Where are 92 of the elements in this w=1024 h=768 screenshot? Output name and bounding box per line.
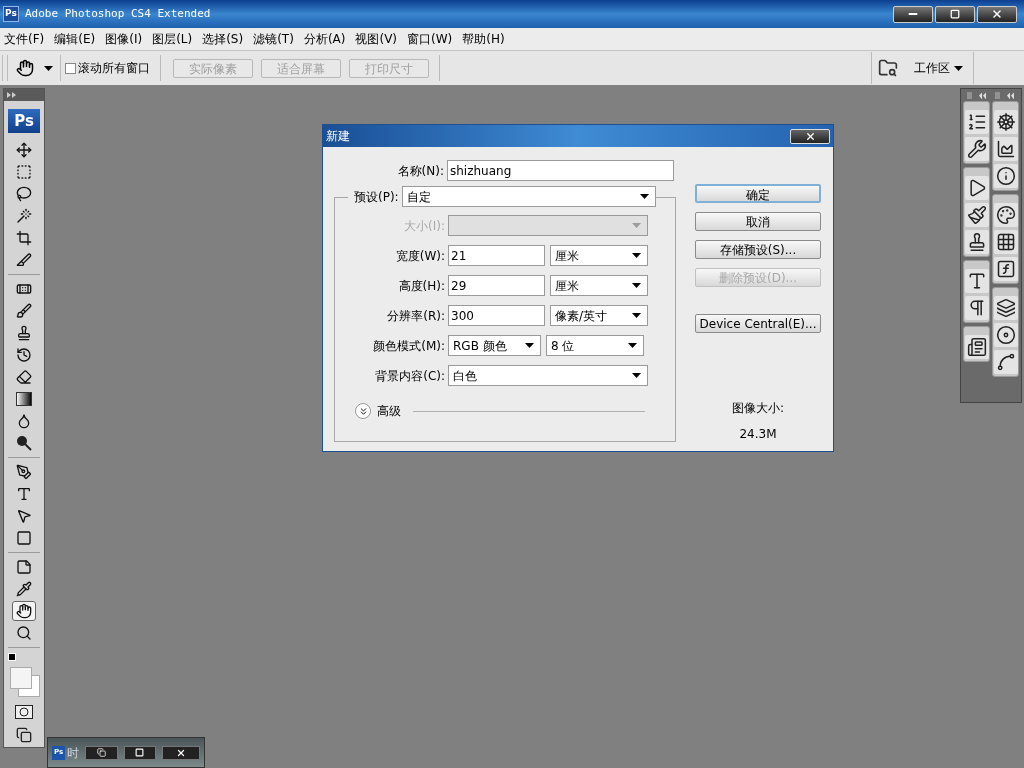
name-field[interactable]: shizhuang (447, 160, 674, 181)
dialog-button[interactable]: 确定 (695, 184, 821, 203)
paths-icon[interactable] (993, 350, 1018, 374)
close-icon (991, 8, 1003, 20)
folder-search-icon[interactable] (878, 58, 898, 78)
menu-item[interactable]: 视图(V) (355, 30, 398, 48)
histogram-icon[interactable] (993, 137, 1018, 161)
field-label: 大小(I): (403, 217, 446, 235)
caret-icon (632, 313, 641, 318)
caret-icon (628, 343, 637, 348)
info-icon[interactable] (993, 164, 1018, 188)
window-title: Adobe Photoshop CS4 Extended (25, 5, 211, 22)
caret-icon (639, 194, 649, 199)
restore-button[interactable] (85, 745, 118, 760)
input-field[interactable]: 300 (448, 305, 545, 326)
dropdown[interactable]: 厘米 (550, 275, 648, 296)
palette-icon[interactable] (993, 203, 1018, 227)
field-label: 宽度(W): (394, 247, 446, 265)
ps-logo: Ps (8, 109, 40, 133)
layers-icon[interactable] (993, 296, 1018, 320)
checkbox[interactable] (65, 62, 76, 74)
caret-icon (954, 65, 963, 71)
dropdown[interactable]: 像素/英寸 (550, 305, 648, 326)
dropdown[interactable]: RGB 颜色 (448, 335, 541, 356)
field-label: 背景内容(C): (374, 367, 446, 385)
image-size-label: 图像大小: (730, 400, 785, 417)
caret-icon (525, 343, 534, 348)
caret-icon (43, 65, 53, 71)
advanced-label: 高级 (377, 403, 401, 420)
field-label: 高度(H): (397, 277, 446, 295)
close-button[interactable] (977, 5, 1017, 23)
menu-item[interactable]: 文件(F) (4, 30, 45, 48)
caret-icon (632, 223, 641, 228)
play-icon[interactable] (964, 176, 989, 200)
menu-item[interactable]: 帮助(H) (462, 30, 505, 48)
menu-item[interactable]: 图像(I) (105, 30, 143, 48)
dropdown[interactable]: 自定 (401, 186, 656, 207)
dropdown[interactable]: 白色 (448, 365, 648, 386)
menu-item[interactable]: 滤镜(T) (253, 30, 294, 48)
caret-icon (632, 373, 641, 378)
tools-icon[interactable] (964, 137, 989, 161)
caret-icon (632, 253, 641, 258)
menu-item[interactable]: 编辑(E) (54, 30, 96, 48)
app-logo: Ps (3, 6, 19, 22)
menu-item[interactable]: 图层(L) (152, 30, 193, 48)
close-button[interactable] (161, 745, 200, 760)
maximize-button[interactable] (123, 745, 156, 760)
function-icon[interactable] (993, 257, 1018, 281)
wheel-icon[interactable] (993, 110, 1018, 134)
brushes-icon[interactable] (964, 203, 989, 227)
document-icon[interactable] (964, 335, 989, 359)
maximize-button[interactable] (935, 5, 975, 23)
field-label: 颜色模式(M): (372, 337, 446, 355)
input-field[interactable]: 29 (448, 275, 545, 296)
expand-icon[interactable] (7, 92, 16, 98)
color-swatches-icon[interactable] (8, 653, 40, 697)
quick-mask-icon[interactable] (15, 705, 33, 719)
screen-mode-icon[interactable] (16, 727, 32, 743)
field-label: 名称(N): (396, 162, 445, 180)
dropdown[interactable]: 8 位 (546, 335, 644, 356)
stamp-icon[interactable] (964, 230, 989, 254)
field-label: 分辨率(R): (386, 307, 446, 325)
input-field[interactable]: 21 (448, 245, 545, 266)
hand-icon[interactable] (16, 59, 34, 77)
dialog-button[interactable]: 存储预设(S)... (695, 240, 821, 259)
image-size-value: 24.3M (738, 426, 778, 443)
maximize-icon (950, 9, 960, 19)
document-title: 时 (67, 744, 80, 762)
close-icon (176, 747, 186, 758)
expand-button[interactable] (355, 403, 371, 419)
close-icon (804, 130, 816, 142)
hand-icon[interactable] (12, 601, 36, 621)
restore-icon (96, 748, 106, 757)
history-icon[interactable] (964, 110, 989, 134)
caret-icon (632, 283, 641, 288)
collapse-icon[interactable] (967, 91, 987, 99)
swatch-grid-icon[interactable] (993, 230, 1018, 254)
workspace-dropdown[interactable]: 工作区 (914, 59, 963, 77)
maximize-icon (135, 748, 145, 757)
collapse-icon[interactable] (995, 91, 1015, 99)
character-icon[interactable] (964, 269, 989, 293)
dialog-button[interactable]: Device Central(E)... (695, 314, 821, 333)
menu-item[interactable]: 窗口(W) (407, 30, 453, 48)
paragraph-icon[interactable] (964, 296, 989, 320)
dialog-title: 新建 (326, 128, 350, 145)
checkbox-label: 滚动所有窗口 (78, 60, 150, 77)
dialog-button[interactable]: 取消 (695, 212, 821, 231)
channels-icon[interactable] (993, 323, 1018, 347)
menu-item[interactable]: 选择(S) (202, 30, 244, 48)
minimize-button[interactable] (893, 5, 933, 23)
menu-item[interactable]: 分析(A) (303, 30, 346, 48)
dropdown[interactable]: 厘米 (550, 245, 648, 266)
